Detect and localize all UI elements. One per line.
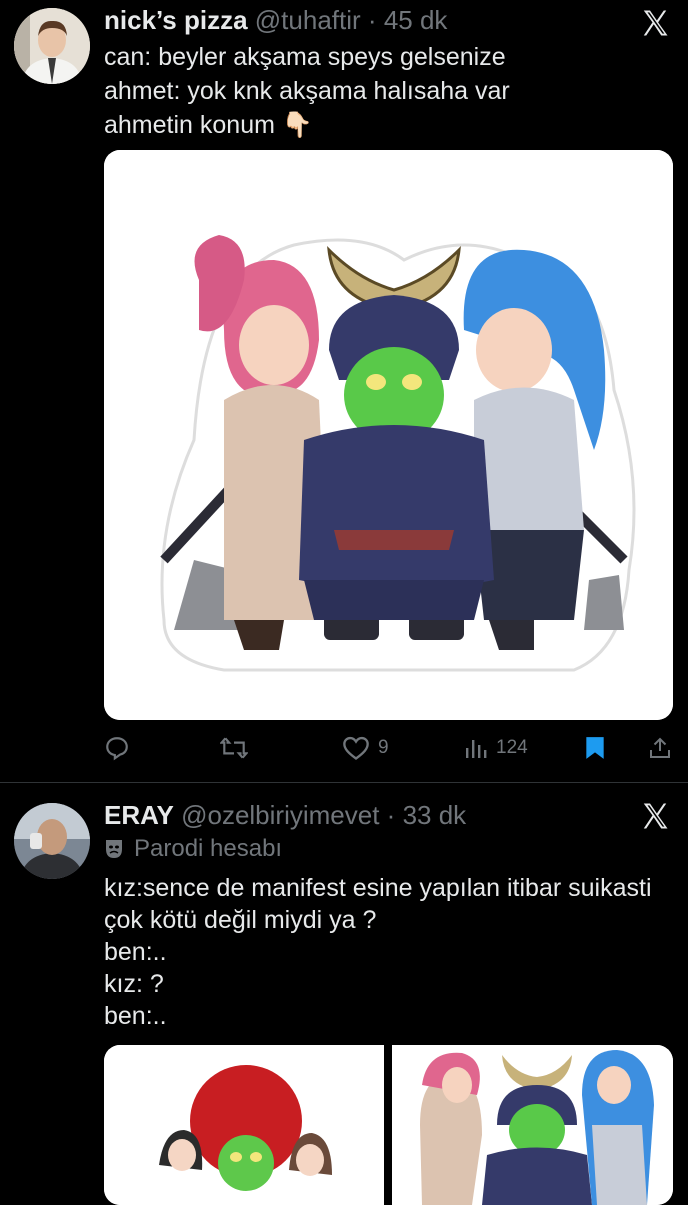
like-button[interactable]: 9 [342,728,389,768]
retweet-button[interactable] [220,728,248,768]
tweet-text-line: kız: ? [104,970,164,998]
tweet-header: nick’s pizza @tuhaftir · 45 dk [104,4,447,36]
tweet-text-line: ahmet: yok knk akşama halısaha var [104,77,510,105]
bookmark-button[interactable] [584,728,606,768]
tweet-text-line-with-emoji: ahmetin konum 👇🏻 [104,108,313,142]
tweet-image[interactable] [104,150,673,720]
tweet-text-line: çok kötü değil miydi ya ? [104,906,377,934]
tweet-image-1[interactable] [104,1045,384,1205]
views-icon [466,740,487,758]
share-icon [650,737,670,758]
avatar-image [14,8,90,84]
timestamp[interactable]: 45 dk [384,5,448,35]
reply-icon [106,737,128,761]
share-button[interactable] [648,728,672,768]
separator: · [386,800,396,830]
display-name[interactable]: nick’s pizza [104,5,248,35]
tweet-text-line: ben:.. [104,1002,167,1030]
tweet-header: ERAY @ozelbiriyimevet · 33 dk [104,799,466,831]
tweet-text: ahmetin konum [104,111,275,139]
display-name[interactable]: ERAY [104,800,174,830]
heart-icon [343,736,369,760]
retweet-icon [220,737,248,759]
timestamp[interactable]: 33 dk [403,800,467,830]
tweet-actions: 9 124 [104,728,674,768]
avatar[interactable] [14,803,90,879]
separator: · [367,5,377,35]
tweet-1[interactable]: nick’s pizza @tuhaftir · 45 dk can: beyl… [0,0,688,782]
bookmark-icon [586,737,604,759]
samurai-illustration [104,150,673,720]
theater-masks-icon [106,840,122,858]
tweet-text-line: kız:sence de manifest esine yapılan itib… [104,874,652,902]
avatar-image [14,803,90,879]
x-logo-icon[interactable] [640,801,670,831]
pointing-down-emoji: 👇🏻 [281,111,314,139]
like-count: 9 [378,737,389,758]
tweet-image-2[interactable] [392,1045,673,1205]
samurai-illustration-small [392,1045,673,1205]
views-button[interactable]: 124 [464,728,528,768]
green-character-illustration [104,1045,384,1205]
user-handle[interactable]: @ozelbiriyimevet [181,800,379,830]
tweet-text-line: ben:.. [104,938,167,966]
user-handle[interactable]: @tuhaftir [255,5,361,35]
x-logo-icon[interactable] [640,8,670,38]
parody-label: Parodi hesabı [104,835,282,863]
reply-button[interactable] [104,728,130,768]
parody-account-text: Parodi hesabı [134,835,283,862]
avatar[interactable] [14,8,90,84]
tweet-2[interactable]: ERAY @ozelbiriyimevet · 33 dk Parodi hes… [0,783,688,1205]
tweet-text-line: can: beyler akşama speys gelsenize [104,43,506,71]
view-count: 124 [496,737,528,758]
